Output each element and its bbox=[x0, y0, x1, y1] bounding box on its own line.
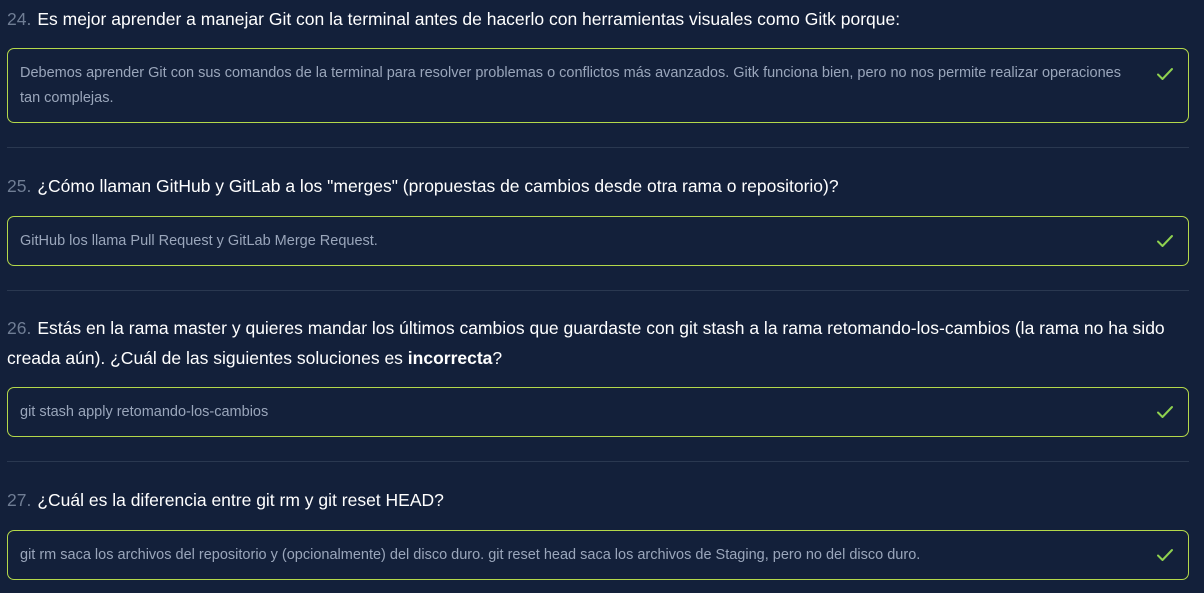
answer-option-26[interactable]: git stash apply retomando-los-cambios bbox=[7, 387, 1189, 437]
question-25-text: 25. ¿Cómo llaman GitHub y GitLab a los "m… bbox=[7, 171, 1174, 201]
answer-text: git rm saca los archivos del repositorio… bbox=[20, 547, 921, 563]
check-icon bbox=[1157, 68, 1173, 80]
question-number: 26. bbox=[7, 318, 32, 338]
question-26-text: 26. Estás en la rama master y quieres man… bbox=[7, 313, 1174, 373]
question-24-text: 24. Es mejor aprender a manejar Git con l… bbox=[7, 4, 1174, 34]
question-label: ¿Cuál es la diferencia entre git rm y gi… bbox=[37, 490, 444, 510]
quiz-results-page: 24. Es mejor aprender a manejar Git con l… bbox=[0, 0, 1204, 593]
question-number: 24. bbox=[7, 9, 32, 29]
question-label-end: ? bbox=[492, 348, 503, 368]
answer-option-27[interactable]: git rm saca los archivos del repositorio… bbox=[7, 530, 1189, 580]
question-label: Estás en la rama master y quieres mandar… bbox=[7, 318, 1165, 368]
check-icon bbox=[1157, 549, 1173, 561]
question-number: 25. bbox=[7, 176, 32, 196]
answer-text: GitHub los llama Pull Request y GitLab M… bbox=[20, 233, 378, 249]
question-27-text: 27. ¿Cuál es la diferencia entre git rm y… bbox=[7, 485, 1174, 515]
check-icon bbox=[1157, 235, 1173, 247]
check-icon bbox=[1157, 406, 1173, 418]
divider bbox=[7, 290, 1189, 291]
divider bbox=[7, 147, 1189, 148]
question-emphasis: incorrecta bbox=[407, 348, 493, 368]
question-label: ¿Cómo llaman GitHub y GitLab a los "merg… bbox=[37, 176, 839, 196]
answer-text: Debemos aprender Git con sus comandos de… bbox=[20, 65, 1121, 106]
answer-option-25[interactable]: GitHub los llama Pull Request y GitLab M… bbox=[7, 216, 1189, 266]
answer-option-24[interactable]: Debemos aprender Git con sus comandos de… bbox=[7, 48, 1189, 123]
question-label: Es mejor aprender a manejar Git con la t… bbox=[37, 9, 901, 29]
answer-text: git stash apply retomando-los-cambios bbox=[20, 404, 269, 420]
question-number: 27. bbox=[7, 490, 32, 510]
divider bbox=[7, 461, 1189, 462]
